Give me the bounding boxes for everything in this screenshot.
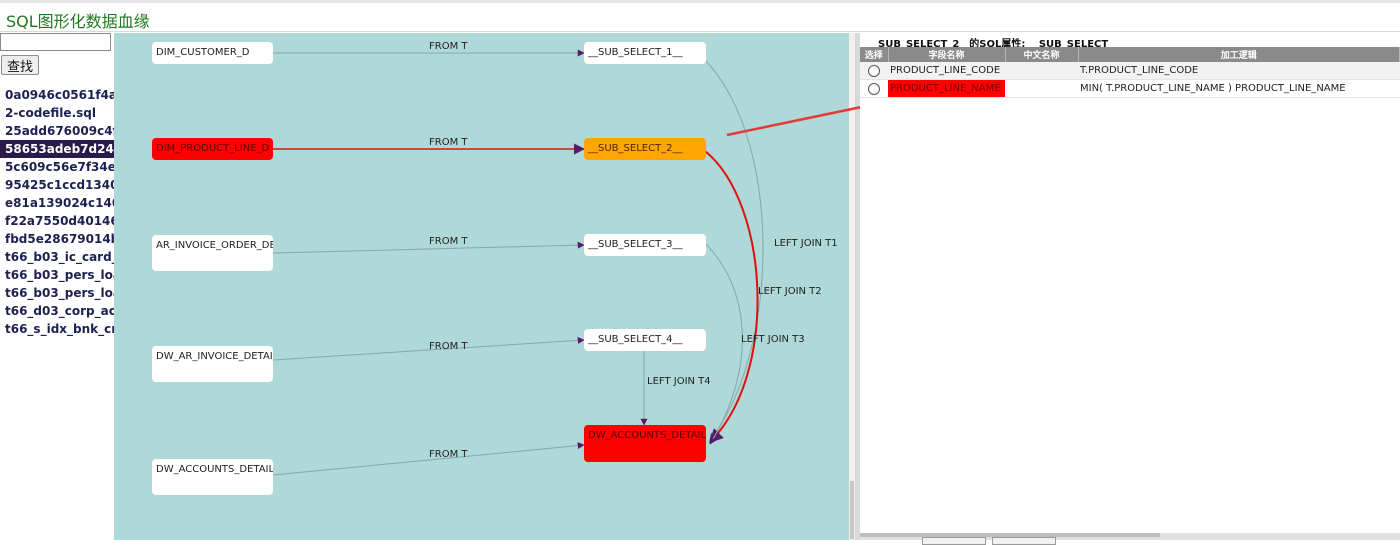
- logic-cell: T.PRODUCT_LINE_CODE: [1078, 62, 1400, 80]
- column-header: 中文名称: [1005, 47, 1079, 62]
- file-list-item[interactable]: 5c609c56e7f34e4cb0: [0, 158, 114, 176]
- sql-properties-panel: __SUB_SELECT_2__的SQL属性: __SUB_SELECT__ 选…: [860, 33, 1400, 545]
- column-header: 字段名称: [888, 47, 1006, 62]
- file-list-item[interactable]: t66_d03_corp_acct_: [0, 302, 114, 320]
- table-row[interactable]: PRODUCT_LINE_NAME MIN( T.PRODUCT_LINE_NA…: [860, 79, 1400, 98]
- row-radio[interactable]: [868, 64, 880, 77]
- field-name-cell: PRODUCT_LINE_CODE: [888, 62, 1005, 80]
- search-button[interactable]: 查找: [1, 55, 39, 75]
- file-list: 0a0946c0561f4a09a4 2-codefile.sql 25add6…: [0, 86, 114, 338]
- graph-node-source[interactable]: AR_INVOICE_ORDER_DETAIL: [152, 235, 273, 271]
- scrollbar-thumb[interactable]: [850, 481, 854, 539]
- file-list-item[interactable]: 95425c1ccd134041a: [0, 176, 114, 194]
- file-list-item[interactable]: fbd5e28679014be09a: [0, 230, 114, 248]
- table-header-row: 选择 字段名称 中文名称 加工逻辑: [860, 47, 1400, 62]
- top-border: [0, 0, 1400, 3]
- edge-left-join-t2: [704, 150, 759, 443]
- edge-label-from: FROM T: [429, 236, 468, 247]
- edge-label-from: FROM T: [429, 341, 468, 352]
- file-list-item[interactable]: 25add676009c4f5cbc: [0, 122, 114, 140]
- app-title: SQL图形化数据血缘: [6, 12, 150, 31]
- file-list-item[interactable]: t66_b03_ic_card_h_: [0, 248, 114, 266]
- graph-node-source[interactable]: DW_AR_INVOICE_DETAIL_F: [152, 346, 273, 382]
- edge-label-from: FROM T: [429, 137, 468, 148]
- graph-node-subselect[interactable]: __SUB_SELECT_1__: [584, 42, 706, 64]
- edge-label-join: LEFT JOIN T1: [774, 238, 838, 249]
- chinese-name-cell: [1005, 79, 1078, 98]
- properties-table: 选择 字段名称 中文名称 加工逻辑 PRODUCT_LINE_CODE T.PR…: [860, 47, 1400, 98]
- column-header: 选择: [860, 47, 889, 62]
- graph-node-subselect[interactable]: __SUB_SELECT_4__: [584, 329, 706, 351]
- file-list-item[interactable]: t66_s_idx_bnk_crd_: [0, 320, 114, 338]
- file-list-item[interactable]: 0a0946c0561f4a09a4: [0, 86, 114, 104]
- select-cell[interactable]: [860, 62, 888, 80]
- column-header: 加工逻辑: [1078, 47, 1400, 62]
- graph-node-source-highlighted[interactable]: DIM_PRODUCT_LINE_D: [152, 138, 273, 160]
- edge-label-join: LEFT JOIN T3: [741, 334, 805, 345]
- lineage-graph-canvas[interactable]: DIM_CUSTOMER_D DIM_PRODUCT_LINE_D AR_INV…: [114, 33, 849, 540]
- edge-left-join-t3: [704, 242, 743, 445]
- file-list-item[interactable]: 2-codefile.sql: [0, 104, 114, 122]
- pager-button[interactable]: [922, 537, 986, 545]
- edge-label-join: LEFT JOIN T2: [758, 286, 822, 297]
- row-radio[interactable]: [868, 82, 880, 95]
- logic-cell: MIN( T.PRODUCT_LINE_NAME ) PRODUCT_LINE_…: [1078, 79, 1400, 98]
- file-list-item[interactable]: t66_b03_pers_loan_: [0, 266, 114, 284]
- graph-node-subselect[interactable]: __SUB_SELECT_3__: [584, 234, 706, 256]
- edge-label-from: FROM T: [429, 449, 468, 460]
- edge-label-join: LEFT JOIN T4: [647, 376, 711, 387]
- graph-node-source[interactable]: DIM_CUSTOMER_D: [152, 42, 273, 64]
- field-name-cell-highlighted: PRODUCT_LINE_NAME: [888, 79, 1005, 98]
- file-list-item-selected[interactable]: 58653adeb7d242dc8: [0, 140, 114, 158]
- search-input[interactable]: [0, 33, 111, 51]
- select-cell[interactable]: [860, 79, 888, 98]
- file-list-item[interactable]: f22a7550d40146e69d: [0, 212, 114, 230]
- title-divider: [0, 31, 1400, 32]
- pager-button[interactable]: [992, 537, 1056, 545]
- graph-node-subselect-selected[interactable]: __SUB_SELECT_2__: [584, 138, 706, 160]
- chinese-name-cell: [1005, 62, 1078, 80]
- graph-node-target[interactable]: DW_ACCOUNTS_DETAIL_SUB_F_DATA: [584, 425, 706, 462]
- edge-label-from: FROM T: [429, 41, 468, 52]
- graph-node-source[interactable]: DW_ACCOUNTS_DETAIL_SUB_F_TMP3: [152, 459, 273, 495]
- file-list-item[interactable]: t66_b03_pers_loan_: [0, 284, 114, 302]
- file-list-item[interactable]: e81a139024c140ceb: [0, 194, 114, 212]
- table-row[interactable]: PRODUCT_LINE_CODE T.PRODUCT_LINE_CODE: [860, 62, 1400, 80]
